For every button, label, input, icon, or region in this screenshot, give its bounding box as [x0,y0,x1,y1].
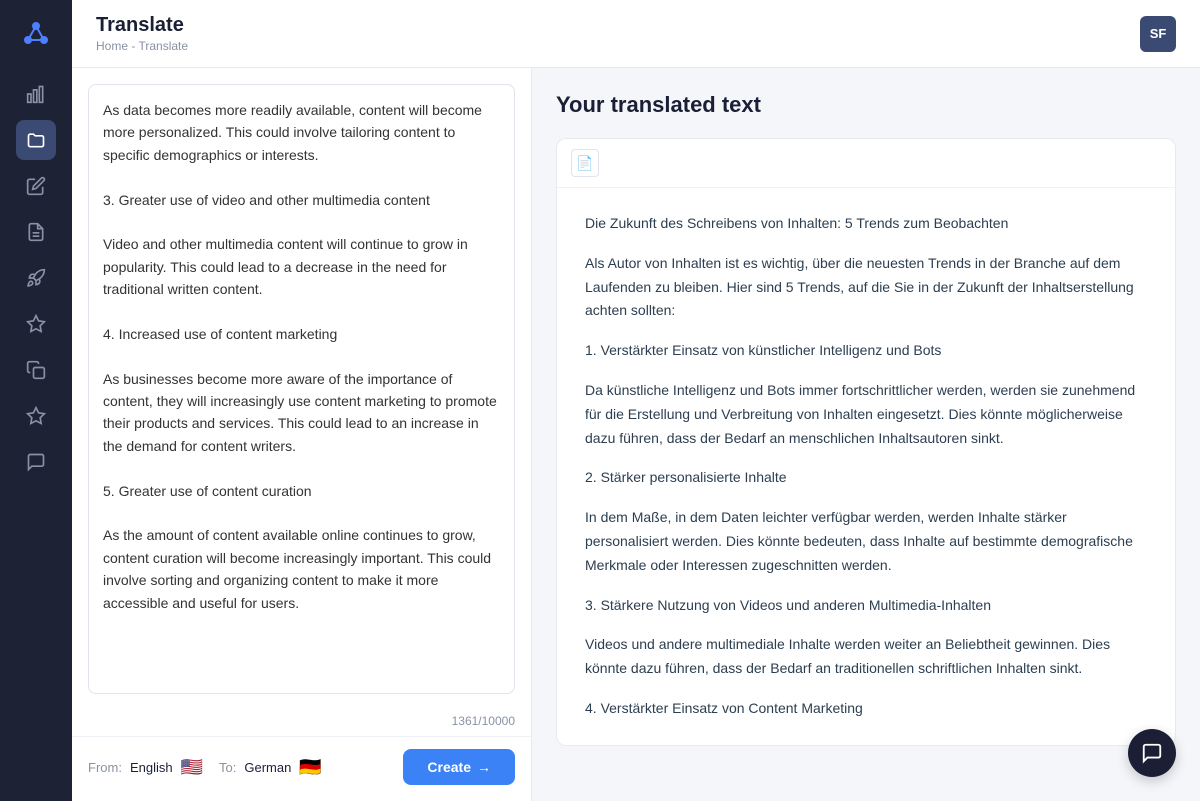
translated-paragraph: 3. Stärkere Nutzung von Videos und ander… [585,594,1147,618]
analytics-icon[interactable] [16,74,56,114]
char-count: 1361/10000 [72,710,531,736]
app-logo[interactable] [14,12,58,56]
document-tool-icon[interactable]: 📄 [571,149,599,177]
translated-text-body: Die Zukunft des Schreibens von Inhalten:… [557,188,1175,745]
translated-paragraph: In dem Maße, in dem Daten leichter verfü… [585,506,1147,577]
support-chat-bubble[interactable] [1128,729,1176,777]
translated-paragraph: 2. Stärker personalisierte Inhalte [585,466,1147,490]
create-button[interactable]: Create → [403,749,515,785]
header-left: Translate Home - Translate [96,14,188,53]
breadcrumb-current: Translate [138,39,188,53]
page-title: Translate [96,14,188,37]
to-lang-group: To: German 🇩🇪 [219,757,322,778]
breadcrumb: Home - Translate [96,39,188,53]
to-label: To: [219,760,236,775]
rocket-icon[interactable] [16,258,56,298]
textarea-wrapper [72,68,531,710]
left-panel: 1361/10000 From: English 🇺🇸 To: German 🇩… [72,68,532,801]
from-flag: 🇺🇸 [181,757,203,778]
document-icon[interactable] [16,212,56,252]
star-icon[interactable] [16,304,56,344]
copy-icon[interactable] [16,350,56,390]
content-area: 1361/10000 From: English 🇺🇸 To: German 🇩… [72,68,1200,801]
bookmark-icon[interactable] [16,396,56,436]
folder-icon[interactable] [16,120,56,160]
main-content: Translate Home - Translate SF 1361/10000… [72,0,1200,801]
chat-sidebar-icon[interactable] [16,442,56,482]
translated-paragraph: Da künstliche Intelligenz und Bots immer… [585,379,1147,450]
breadcrumb-home[interactable]: Home [96,39,128,53]
translated-paragraph: Die Zukunft des Schreibens von Inhalten:… [585,212,1147,236]
right-panel: Your translated text 📄 Die Zukunft des S… [532,68,1200,801]
from-lang-value: English [130,760,173,775]
edit-icon[interactable] [16,166,56,206]
content-toolbar: 📄 [557,139,1175,188]
translated-title: Your translated text [556,92,1176,118]
user-avatar[interactable]: SF [1140,16,1176,52]
translated-paragraph: Videos und andere multimediale Inhalte w… [585,633,1147,681]
source-textarea[interactable] [88,84,515,694]
header: Translate Home - Translate SF [72,0,1200,68]
sidebar [0,0,72,801]
to-lang-value: German [244,760,291,775]
to-flag: 🇩🇪 [299,757,321,778]
translated-paragraph: Als Autor von Inhalten ist es wichtig, ü… [585,252,1147,323]
translated-paragraph: 1. Verstärkter Einsatz von künstlicher I… [585,339,1147,363]
translate-controls: From: English 🇺🇸 To: German 🇩🇪 Create → [72,736,531,801]
translated-content-box: 📄 Die Zukunft des Schreibens von Inhalte… [556,138,1176,746]
from-lang-group: From: English 🇺🇸 [88,757,203,778]
translated-paragraph: 4. Verstärkter Einsatz von Content Marke… [585,697,1147,721]
from-label: From: [88,760,122,775]
